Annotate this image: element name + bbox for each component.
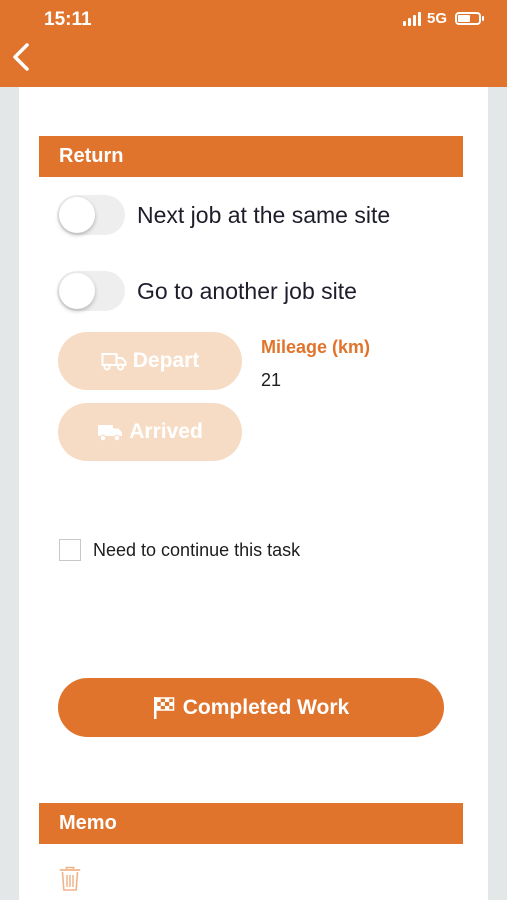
completed-work-button[interactable]: Completed Work [58,678,444,737]
trash-icon [59,866,81,891]
toggle-row-another-site: Go to another job site [57,271,357,311]
task-card: Return Next job at the same site Go to a… [19,87,488,900]
completed-work-label: Completed Work [182,695,350,719]
arrived-button[interactable]: Arrived [58,403,242,461]
status-indicators: 5G [402,10,484,27]
memo-section-header: Memo [39,803,463,844]
network-label: 5G [426,10,447,27]
mileage-label: Mileage (km) [261,337,371,357]
truck-outline-icon [101,353,127,371]
depart-button[interactable]: Depart [58,332,242,390]
checkered-flag-icon [153,696,175,719]
same-site-toggle[interactable] [57,195,125,235]
signal-icon [402,11,421,26]
battery-icon [455,12,484,25]
mileage-value: 21 [261,370,282,390]
same-site-label: Next job at the same site [137,201,391,228]
app-header: 15:11 5G [0,0,507,87]
depart-label: Depart [132,349,200,372]
continue-task-label: Need to continue this task [93,539,301,560]
chevron-left-icon [13,43,29,71]
toggle-knob [59,197,95,233]
another-site-label: Go to another job site [137,277,357,304]
arrived-label: Arrived [129,420,203,443]
truck-icon [98,425,123,442]
another-site-toggle[interactable] [57,271,125,311]
back-button[interactable] [10,42,32,72]
continue-task-row: Need to continue this task [59,539,300,561]
toggle-row-same-site: Next job at the same site [57,195,390,235]
return-section-header: Return [39,136,463,177]
continue-task-checkbox[interactable] [59,539,81,561]
status-time: 15:11 [44,9,92,30]
delete-memo-button[interactable] [59,866,81,892]
toggle-knob [59,273,95,309]
